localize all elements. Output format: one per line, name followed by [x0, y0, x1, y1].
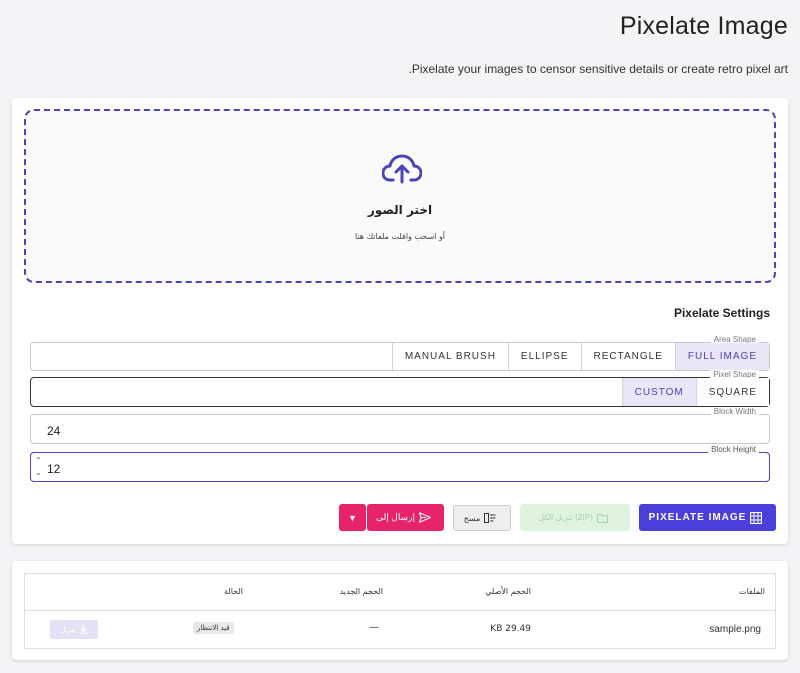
- area-shape-manual-brush[interactable]: MANUAL BRUSH: [391, 343, 508, 370]
- file-name: sample.png: [709, 624, 761, 635]
- pixelate-button-label: PIXELATE IMAGE: [648, 512, 747, 523]
- block-height-field[interactable]: Block Height ⌃ ⌄ 12: [30, 445, 770, 482]
- area-shape-field: Area Shape FULL IMAGE RECTANGLE ELLIPSE …: [30, 335, 770, 371]
- pixel-shape-square[interactable]: SQUARE: [695, 378, 769, 406]
- dropzone-subtitle: أو اسحب وافلت ملفاتك هنا: [354, 232, 446, 241]
- files-table: الملفات الحجم الأصلي الحجم الجديد الحالة…: [24, 573, 776, 649]
- area-shape-rectangle[interactable]: RECTANGLE: [580, 343, 675, 370]
- grid-icon: [750, 511, 763, 524]
- zip-button-label: تنزيل الكل (ZIP): [538, 513, 593, 522]
- dropzone-title: اختر الصور: [367, 203, 433, 217]
- header-original-size: الحجم الأصلي: [485, 587, 531, 596]
- block-height-label: Block Height: [708, 445, 759, 454]
- image-dropzone[interactable]: اختر الصور أو اسحب وافلت ملفاتك هنا: [24, 109, 776, 283]
- caret-down-icon: ▼: [348, 512, 357, 523]
- header-status: الحالة: [224, 587, 243, 596]
- pixelate-image-button[interactable]: PIXELATE IMAGE: [639, 504, 776, 531]
- pixel-shape-segmented: SQUARE CUSTOM: [621, 378, 769, 406]
- status-badge: قيد الانتظار: [193, 622, 234, 634]
- clear-list-icon: [484, 513, 496, 523]
- download-zip-button[interactable]: تنزيل الكل (ZIP): [520, 504, 630, 531]
- header-new-size: الحجم الجديد: [339, 587, 383, 596]
- header-files: الملفات: [739, 587, 765, 596]
- block-height-input[interactable]: 12: [47, 462, 60, 476]
- area-shape-segmented: FULL IMAGE RECTANGLE ELLIPSE MANUAL BRUS…: [391, 343, 769, 370]
- block-width-field[interactable]: Block Width 24: [30, 407, 770, 444]
- folder-icon: [596, 513, 608, 523]
- download-button-label: تنزيل: [60, 625, 76, 634]
- send-button-label: إرسال إلى: [376, 512, 415, 522]
- block-width-input[interactable]: 24: [47, 424, 60, 438]
- send-options-dropdown[interactable]: ▼: [339, 504, 366, 531]
- cloud-upload-icon: [382, 154, 422, 184]
- file-new-size: —: [369, 622, 379, 633]
- area-shape-full-image[interactable]: FULL IMAGE: [674, 343, 769, 370]
- block-width-label: Block Width: [710, 407, 759, 416]
- area-shape-ellipse[interactable]: ELLIPSE: [507, 343, 581, 370]
- clear-button[interactable]: مسح: [453, 505, 511, 531]
- page-title: Pixelate Image: [619, 12, 788, 40]
- send-icon: [418, 512, 431, 523]
- file-download-button[interactable]: تنزيل: [50, 620, 98, 639]
- page-subtitle: .Pixelate your images to censor sensitiv…: [408, 62, 788, 76]
- send-to-button[interactable]: إرسال إلى: [367, 504, 444, 531]
- settings-title: Pixelate Settings: [673, 306, 770, 320]
- pixel-shape-field: Pixel Shape SQUARE CUSTOM: [30, 370, 770, 407]
- block-height-spinner[interactable]: ⌃ ⌄: [35, 455, 42, 479]
- pixel-shape-custom[interactable]: CUSTOM: [621, 378, 696, 406]
- table-divider: [25, 610, 775, 611]
- files-card: الملفات الحجم الأصلي الحجم الجديد الحالة…: [12, 561, 788, 660]
- clear-button-label: مسح: [463, 513, 481, 523]
- settings-card: اختر الصور أو اسحب وافلت ملفاتك هنا Pixe…: [12, 98, 788, 544]
- file-original-size: KB 29.49: [490, 624, 531, 634]
- download-icon: [79, 625, 87, 634]
